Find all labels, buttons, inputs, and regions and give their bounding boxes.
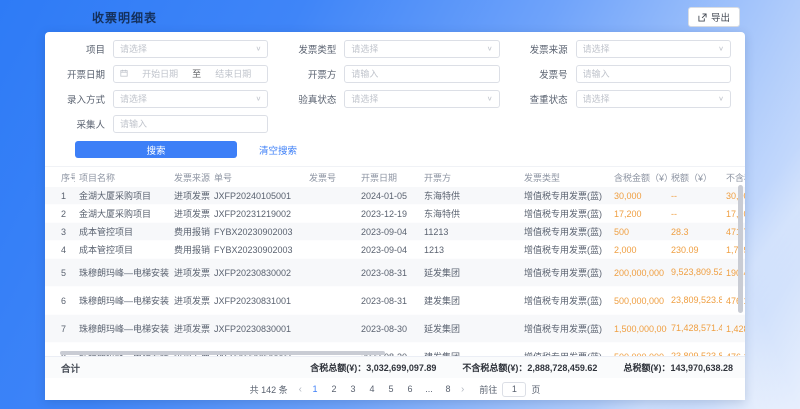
page-8[interactable]: 8 <box>442 384 454 394</box>
summary-label: 合计 <box>61 361 80 375</box>
col-payer: 开票方 <box>420 167 520 187</box>
project-label: 项目 <box>51 42 113 56</box>
goto-label: 前往 <box>479 383 497 396</box>
verify-status-label: 验真状态 <box>282 92 344 106</box>
collector-label: 采集人 <box>51 117 113 131</box>
invoice-source-label: 发票来源 <box>514 42 576 56</box>
table-row[interactable]: 3 成本管控项目 费用报销 FYBX20230902003 2023-09-04… <box>45 223 745 241</box>
entry-method-label: 录入方式 <box>51 92 113 106</box>
page-suffix: 页 <box>531 383 540 396</box>
dup-status-label: 查重状态 <box>514 92 576 106</box>
calendar-icon <box>120 69 128 79</box>
chevron-down-icon: ∨ <box>718 95 724 102</box>
collector-input[interactable] <box>120 119 261 129</box>
col-date: 开票日期 <box>357 167 420 187</box>
chevron-down-icon: ∨ <box>255 45 261 52</box>
invoice-table: 序号 项目名称 发票来源 单号 发票号 开票日期 开票方 发票类型 含税金额（¥… <box>45 167 745 356</box>
export-label: 导出 <box>711 10 730 24</box>
table-row[interactable]: 4 成本管控项目 费用报销 FYBX20230902003 2023-09-04… <box>45 241 745 259</box>
project-select[interactable]: 请选择 ∨ <box>113 40 268 58</box>
filter-payer: 开票方 <box>282 64 499 83</box>
pagination: 共 142 条 ‹ 1 2 3 4 5 6 ... 8 › 前往 页 <box>45 378 745 400</box>
end-date-placeholder: 结束日期 <box>205 67 261 80</box>
filter-invoice-type: 发票类型 请选择 ∨ <box>282 39 499 58</box>
chevron-down-icon: ∨ <box>487 95 493 102</box>
filter-invoice-date: 开票日期 开始日期 至 结束日期 <box>51 64 268 83</box>
invoice-type-label: 发票类型 <box>282 42 344 56</box>
col-invoice-no: 发票号 <box>305 167 357 187</box>
next-page-icon[interactable]: › <box>461 384 464 395</box>
vertical-scrollbar[interactable] <box>738 185 743 313</box>
invoice-detail-panel: 项目 请选择 ∨ 发票类型 请选择 ∨ 发票来源 请选择 ∨ <box>45 32 745 400</box>
export-icon <box>698 13 707 22</box>
tax-inclusive-total: 含税总额(¥)：3,032,699,097.89 <box>310 361 436 374</box>
chevron-down-icon: ∨ <box>255 95 261 102</box>
table-row[interactable]: 7 珠穆朗玛峰—电梯安装 进项发票 JXFP20230830001 2023-0… <box>45 315 745 343</box>
page-6[interactable]: 6 <box>404 384 416 394</box>
col-project: 项目名称 <box>75 167 170 187</box>
col-no: 序号 <box>45 167 75 187</box>
horizontal-scrollbar[interactable] <box>60 351 385 355</box>
col-source: 发票来源 <box>170 167 210 187</box>
invoice-no-input-wrap <box>576 65 731 83</box>
filter-invoice-source: 发票来源 请选择 ∨ <box>514 39 731 58</box>
table-header-row: 序号 项目名称 发票来源 单号 发票号 开票日期 开票方 发票类型 含税金额（¥… <box>45 167 745 187</box>
page-ellipsis[interactable]: ... <box>423 384 435 394</box>
filter-collector: 采集人 <box>51 114 268 133</box>
payer-input-wrap <box>344 65 499 83</box>
filter-entry-method: 录入方式 请选择 ∨ <box>51 89 268 108</box>
chevron-down-icon: ∨ <box>718 45 724 52</box>
payer-label: 开票方 <box>282 67 344 81</box>
verify-status-select[interactable]: 请选择 ∨ <box>344 90 499 108</box>
invoice-type-select[interactable]: 请选择 ∨ <box>344 40 499 58</box>
filter-invoice-no: 发票号 <box>514 64 731 83</box>
col-net: 不含税金额（¥） <box>722 167 745 187</box>
payer-input[interactable] <box>351 69 492 79</box>
table-row[interactable]: 5 珠穆朗玛峰—电梯安装 进项发票 JXFP20230830002 2023-0… <box>45 259 745 287</box>
col-amount: 含税金额（¥） <box>610 167 667 187</box>
page-5[interactable]: 5 <box>385 384 397 394</box>
filter-project: 项目 请选择 ∨ <box>51 39 268 58</box>
search-button[interactable]: 搜索 <box>75 141 237 158</box>
page-2[interactable]: 2 <box>328 384 340 394</box>
invoice-source-select[interactable]: 请选择 ∨ <box>576 40 731 58</box>
chevron-down-icon: ∨ <box>487 45 493 52</box>
page-1[interactable]: 1 <box>309 384 321 394</box>
summary-row: 合计 含税总额(¥)：3,032,699,097.89 不含税总额(¥)：2,8… <box>45 356 745 378</box>
entry-method-select[interactable]: 请选择 ∨ <box>113 90 268 108</box>
invoice-no-label: 发票号 <box>514 67 576 81</box>
invoice-no-input[interactable] <box>583 69 724 79</box>
page-title: 收票明细表 <box>92 9 157 26</box>
date-separator: 至 <box>192 67 201 80</box>
col-order-no: 单号 <box>210 167 305 187</box>
filter-verify-status: 验真状态 请选择 ∨ <box>282 89 499 108</box>
prev-page-icon[interactable]: ‹ <box>299 384 302 395</box>
col-type: 发票类型 <box>520 167 610 187</box>
table-row[interactable]: 6 珠穆朗玛峰—电梯安装 进项发票 JXFP20230831001 2023-0… <box>45 287 745 315</box>
start-date-placeholder: 开始日期 <box>132 67 188 80</box>
tax-exclusive-total: 不含税总额(¥)：2,888,728,459.62 <box>462 361 597 374</box>
invoice-date-label: 开票日期 <box>51 67 113 81</box>
pagination-total: 共 142 条 <box>250 383 288 396</box>
filter-section: 项目 请选择 ∨ 发票类型 请选择 ∨ 发票来源 请选择 ∨ <box>45 32 745 167</box>
table-row[interactable]: 2 金湖大厦采购项目 进项发票 JXFP20231219002 2023-12-… <box>45 205 745 223</box>
dup-status-select[interactable]: 请选择 ∨ <box>576 90 731 108</box>
filter-dup-status: 查重状态 请选择 ∨ <box>514 89 731 108</box>
table-row[interactable]: 1 金湖大厦采购项目 进项发票 JXFP20240105001 2024-01-… <box>45 187 745 205</box>
goto-page-input[interactable] <box>502 382 526 397</box>
col-tax: 税额（¥） <box>667 167 722 187</box>
total-tax: 总税额(¥)：143,970,638.28 <box>623 361 733 374</box>
clear-search-link[interactable]: 清空搜索 <box>259 143 297 157</box>
export-button[interactable]: 导出 <box>688 7 740 27</box>
page-3[interactable]: 3 <box>347 384 359 394</box>
invoice-date-range-picker[interactable]: 开始日期 至 结束日期 <box>113 65 268 83</box>
page-4[interactable]: 4 <box>366 384 378 394</box>
collector-input-wrap <box>113 115 268 133</box>
